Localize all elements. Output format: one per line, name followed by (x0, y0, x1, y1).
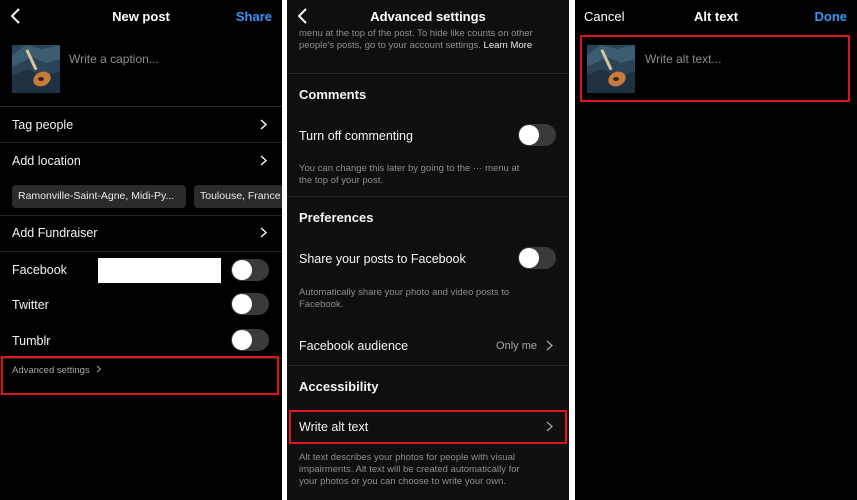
highlight-box (289, 410, 567, 444)
facebook-audience-label: Facebook audience (299, 339, 409, 353)
add-location-label: Add location (12, 154, 81, 168)
location-chip[interactable]: Toulouse, France (194, 185, 282, 208)
add-fundraiser-label: Add Fundraiser (12, 226, 98, 240)
turn-off-commenting-label: Turn off commenting (299, 129, 413, 143)
add-fundraiser-row[interactable]: Add Fundraiser (0, 215, 282, 251)
redaction-box (98, 258, 221, 283)
tag-people-label: Tag people (12, 118, 74, 132)
twitter-toggle[interactable] (231, 293, 269, 315)
facebook-label: Facebook (12, 263, 67, 277)
share-to-facebook-label: Share your posts to Facebook (299, 252, 466, 266)
highlight-box (1, 356, 279, 395)
page-title: Advanced settings (370, 9, 486, 24)
facebook-audience-value: Only me (496, 340, 537, 352)
learn-more-link[interactable]: Learn More (484, 40, 533, 51)
accessibility-header: Accessibility (299, 379, 379, 394)
help-text-line: Alt text describes your photos for peopl… (299, 452, 515, 463)
location-chip[interactable]: Ramonville-Saint-Agne, Midi-Py... (12, 185, 186, 208)
help-text-line: You can change this later by going to th… (299, 163, 520, 174)
caption-input[interactable]: Write a caption... (69, 52, 159, 66)
post-thumbnail (12, 45, 60, 93)
help-text-line: Automatically share your photo and video… (299, 287, 510, 298)
done-button[interactable]: Done (815, 9, 848, 24)
help-text-line: the top of your post. (299, 175, 383, 186)
new-post-header: New post Share (0, 0, 282, 34)
share-button[interactable]: Share (236, 9, 272, 24)
turn-off-commenting-toggle[interactable] (518, 124, 556, 146)
help-text-line: your photos or you can choose to write y… (299, 476, 507, 487)
alt-text-screen: Cancel Alt text Done Write alt text... (575, 0, 857, 500)
facebook-toggle[interactable] (231, 259, 269, 281)
help-text-line: people's posts, go to your account setti… (299, 40, 481, 51)
add-location-row[interactable]: Add location (0, 142, 282, 178)
tumblr-toggle[interactable] (231, 329, 269, 351)
commenting-help: You can change this later by going to th… (299, 163, 564, 187)
comments-header: Comments (299, 87, 367, 102)
alt-text-help: Alt text describes your photos for peopl… (299, 452, 564, 488)
tumblr-label: Tumblr (12, 334, 51, 348)
chevron-right-icon (260, 119, 267, 130)
alt-text-header: Cancel Alt text Done (575, 0, 857, 34)
new-post-screen: New post Share Write a caption... Tag pe… (0, 0, 282, 500)
facebook-audience-row[interactable]: Facebook audience Only me (287, 325, 569, 365)
share-to-facebook-toggle[interactable] (518, 247, 556, 269)
chevron-right-icon (260, 155, 267, 166)
tag-people-row[interactable]: Tag people (0, 106, 282, 142)
help-text-line: impairments. Alt text will be created au… (299, 464, 520, 475)
help-text-line: Facebook. (299, 299, 344, 310)
advanced-settings-screen: Advanced settings menu at the top of the… (287, 0, 569, 500)
facebook-row: Facebook (0, 251, 282, 287)
chevron-right-icon (546, 340, 553, 351)
chevron-right-icon (260, 227, 267, 238)
like-counts-help: menu at the top of the post. To hide lik… (299, 28, 564, 52)
highlight-box (580, 35, 850, 102)
twitter-label: Twitter (12, 298, 49, 312)
share-help: Automatically share your photo and video… (299, 287, 564, 311)
help-text-line: menu at the top of the post. To hide lik… (299, 28, 533, 39)
preferences-header: Preferences (299, 210, 374, 225)
